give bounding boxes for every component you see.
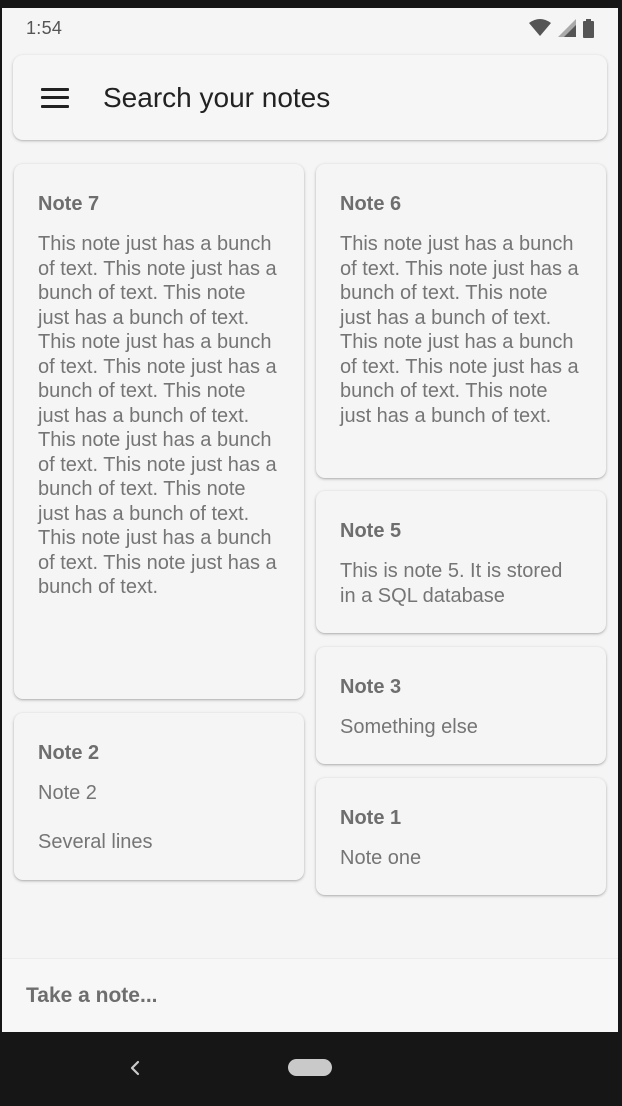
take-note-bar[interactable]: Take a note... (2, 958, 618, 1032)
note-card-2[interactable]: Note 2 Note 2 Several lines (14, 713, 304, 880)
note-title: Note 5 (340, 520, 402, 542)
status-icons (529, 18, 594, 38)
note-card-3[interactable]: Note 3 Something else (316, 647, 606, 764)
status-bar: 1:54 (2, 8, 618, 48)
navigation-bar (0, 1032, 622, 1106)
note-card-6[interactable]: Note 6 This note just has a bunch of tex… (316, 164, 606, 478)
note-title: Note 6 (340, 193, 402, 215)
note-title: Note 1 (340, 807, 402, 829)
note-body: This is note 5. It is stored in a SQL da… (340, 560, 563, 607)
note-card-1[interactable]: Note 1 Note one (316, 778, 606, 895)
status-time: 1:54 (26, 17, 63, 38)
battery-icon (583, 18, 594, 38)
note-card-7[interactable]: Note 7 This note just has a bunch of tex… (14, 164, 304, 699)
home-pill-icon[interactable] (288, 1059, 332, 1076)
note-body: Something else (340, 716, 478, 738)
note-body: This note just has a bunch of text. This… (38, 233, 277, 598)
note-title: Note 7 (38, 193, 100, 215)
search-placeholder[interactable]: Search your notes (103, 82, 330, 114)
app-screen: 1:54 Search your notes Note 7 This note … (2, 8, 618, 1032)
cell-signal-icon (558, 19, 576, 37)
take-note-input[interactable]: Take a note... (26, 984, 158, 1008)
back-icon[interactable] (126, 1056, 144, 1080)
note-body: Note 2 Several lines (38, 782, 153, 853)
hamburger-menu-icon[interactable] (41, 87, 69, 108)
wifi-icon (529, 19, 551, 36)
note-title: Note 2 (38, 742, 100, 764)
note-title: Note 3 (340, 676, 402, 698)
note-body: Note one (340, 847, 422, 869)
search-bar[interactable]: Search your notes (13, 55, 607, 140)
note-card-5[interactable]: Note 5 This is note 5. It is stored in a… (316, 491, 606, 633)
note-body: This note just has a bunch of text. This… (340, 233, 579, 427)
